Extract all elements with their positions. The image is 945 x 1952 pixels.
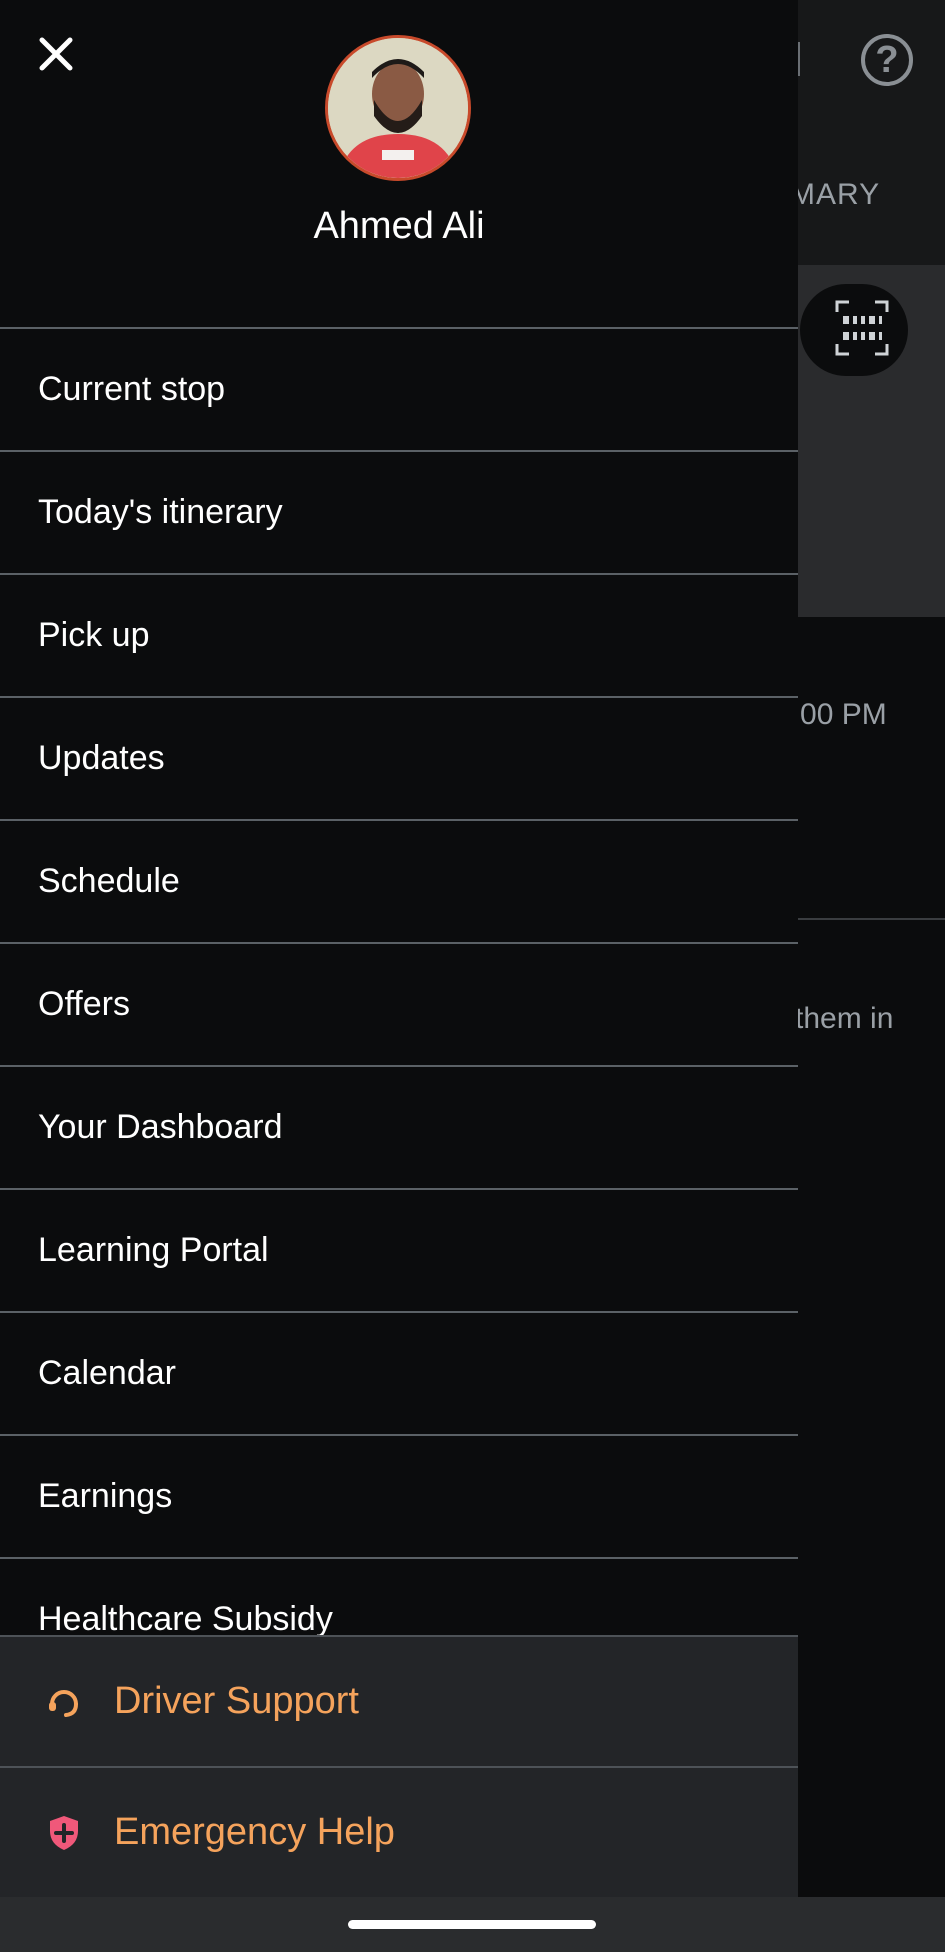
menu-item-label: Updates: [38, 739, 165, 777]
menu-item-current-stop[interactable]: Current stop: [0, 327, 798, 450]
drawer-menu: Current stop Today's itinerary Pick up U…: [0, 327, 798, 1635]
close-icon[interactable]: [28, 26, 84, 82]
headset-icon: [49, 1689, 78, 1717]
menu-item-your-dashboard[interactable]: Your Dashboard: [0, 1065, 798, 1188]
menu-item-calendar[interactable]: Calendar: [0, 1311, 798, 1434]
menu-item-schedule[interactable]: Schedule: [0, 819, 798, 942]
menu-item-earnings[interactable]: Earnings: [0, 1434, 798, 1557]
menu-item-label: Current stop: [38, 370, 226, 408]
background-tab-summary: MARY: [790, 178, 881, 211]
profile-photo: [328, 38, 468, 178]
menu-item-todays-itinerary[interactable]: Today's itinerary: [0, 450, 798, 573]
navigation-drawer: Ahmed Ali Current stop Today's itinerary…: [0, 0, 798, 1897]
menu-item-label: Earnings: [38, 1477, 173, 1515]
driver-support-button[interactable]: Driver Support: [0, 1635, 798, 1766]
avatar[interactable]: [325, 35, 471, 181]
user-name: Ahmed Ali: [313, 205, 485, 247]
shield-plus-icon: [50, 1815, 78, 1850]
help-icon[interactable]: ?: [861, 34, 913, 86]
menu-item-label: Schedule: [38, 862, 180, 900]
support-section: Driver Support Emergency Help: [0, 1635, 798, 1897]
menu-item-label: Learning Portal: [38, 1231, 269, 1269]
emergency-help-button[interactable]: Emergency Help: [0, 1766, 798, 1897]
home-indicator[interactable]: [348, 1920, 596, 1929]
menu-item-label: Offers: [38, 985, 130, 1023]
emergency-help-label: Emergency Help: [114, 1811, 395, 1853]
menu-item-updates[interactable]: Updates: [0, 696, 798, 819]
background-divider: [798, 918, 945, 920]
menu-item-label: Calendar: [38, 1354, 176, 1392]
menu-item-label: Pick up: [38, 616, 150, 654]
barcode-scan-icon: [835, 300, 889, 356]
menu-item-healthcare-subsidy[interactable]: Healthcare Subsidy: [0, 1557, 798, 1635]
driver-support-label: Driver Support: [114, 1680, 359, 1722]
menu-item-pick-up[interactable]: Pick up: [0, 573, 798, 696]
menu-item-label: Healthcare Subsidy: [38, 1600, 333, 1635]
menu-item-label: Your Dashboard: [38, 1108, 283, 1146]
menu-item-label: Today's itinerary: [38, 493, 283, 531]
menu-item-offers[interactable]: Offers: [0, 942, 798, 1065]
menu-item-learning-portal[interactable]: Learning Portal: [0, 1188, 798, 1311]
